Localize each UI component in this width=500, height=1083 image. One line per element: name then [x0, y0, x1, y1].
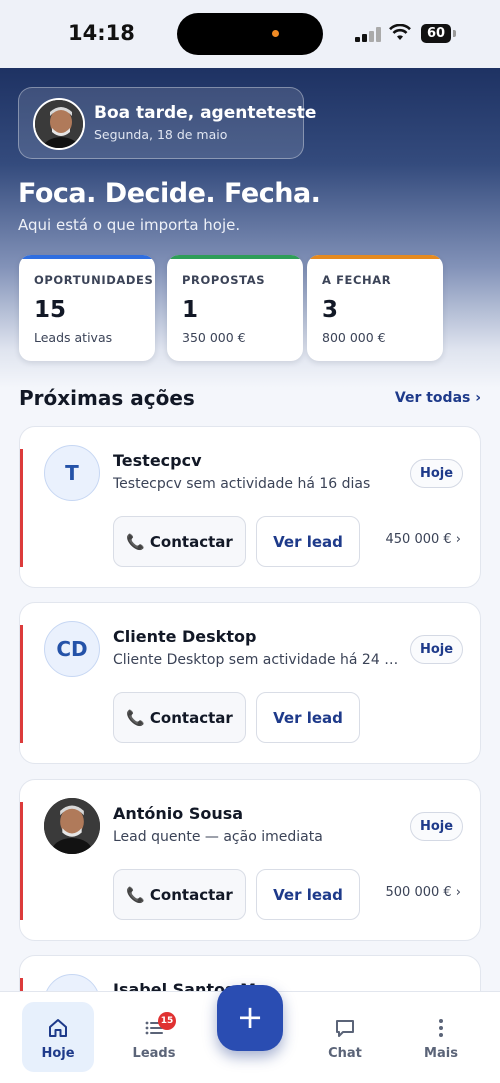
- stat-sub: 800 000 €: [322, 330, 386, 345]
- tab-label: Mais: [424, 1046, 458, 1061]
- lead-photo-avatar: [44, 798, 100, 854]
- page-headline: Foca. Decide. Fecha.: [18, 178, 321, 209]
- lead-amount[interactable]: 450 000 € ›: [386, 532, 462, 547]
- see-all-link[interactable]: Ver todas ›: [395, 390, 481, 406]
- lead-description: Lead quente — ação imediata: [113, 829, 323, 845]
- lead-description: Testecpcv sem actividade há 16 dias: [113, 476, 371, 492]
- leads-count-badge: 15: [158, 1012, 176, 1030]
- stat-accent-bar: [19, 255, 155, 259]
- stat-label: OPORTUNIDADES: [34, 273, 154, 287]
- lead-description: Cliente Desktop sem actividade há 24 dia…: [113, 652, 403, 668]
- tab-label: Chat: [328, 1046, 362, 1061]
- lead-initials-avatar: CD: [44, 621, 100, 677]
- action-card[interactable]: T Testecpcv Testecpcv sem actividade há …: [19, 426, 481, 588]
- contact-button[interactable]: 📞 Contactar: [113, 516, 246, 567]
- contact-label: Contactar: [149, 532, 233, 551]
- home-icon: [49, 1019, 67, 1037]
- action-card[interactable]: António Sousa Lead quente — ação imediat…: [19, 779, 481, 941]
- stat-accent-bar: [307, 255, 443, 259]
- status-time: 14:18: [68, 21, 135, 45]
- due-badge: Hoje: [410, 635, 463, 664]
- section-title: Próximas ações: [19, 386, 195, 410]
- view-lead-button[interactable]: Ver lead: [256, 869, 360, 920]
- stat-label: PROPOSTAS: [182, 273, 266, 287]
- battery-cap: [453, 30, 456, 37]
- phone-icon: 📞: [126, 532, 145, 551]
- contact-button[interactable]: 📞 Contactar: [113, 692, 246, 743]
- tab-chat[interactable]: Chat: [309, 1002, 381, 1072]
- stat-sub: Leads ativas: [34, 330, 113, 345]
- more-vertical-icon: [439, 1019, 443, 1037]
- urgency-indicator: [20, 625, 23, 743]
- contact-label: Contactar: [149, 885, 233, 904]
- tab-label: Leads: [132, 1046, 176, 1061]
- urgency-indicator: [20, 449, 23, 567]
- stat-card-proposals[interactable]: PROPOSTAS 1 350 000 €: [167, 255, 303, 361]
- status-bar: 14:18 60: [0, 0, 500, 68]
- stat-sub: 350 000 €: [182, 330, 246, 345]
- due-badge: Hoje: [410, 459, 463, 488]
- lead-amount[interactable]: 500 000 € ›: [386, 885, 462, 900]
- greeting-date: Segunda, 18 de maio: [94, 127, 228, 142]
- greeting-title: Boa tarde, agenteteste: [94, 103, 317, 123]
- stat-value: 3: [322, 297, 339, 323]
- tab-label: Hoje: [41, 1046, 75, 1061]
- stat-card-closing[interactable]: A FECHAR 3 800 000 €: [307, 255, 443, 361]
- page-subline: Aqui está o que importa hoje.: [18, 216, 241, 234]
- user-avatar: [33, 98, 85, 150]
- stat-accent-bar: [167, 255, 303, 259]
- stat-value: 15: [34, 297, 67, 323]
- chat-icon: [336, 1020, 354, 1037]
- phone-icon: 📞: [126, 708, 145, 727]
- dynamic-island: [177, 13, 323, 55]
- action-card[interactable]: CD Cliente Desktop Cliente Desktop sem a…: [19, 602, 481, 764]
- contact-label: Contactar: [149, 708, 233, 727]
- tab-more[interactable]: Mais: [405, 1002, 477, 1072]
- cellular-signal-icon: [355, 27, 382, 42]
- add-button[interactable]: +: [217, 985, 283, 1051]
- wifi-icon: [389, 24, 411, 40]
- phone-icon: 📞: [126, 885, 145, 904]
- due-badge: Hoje: [410, 812, 463, 841]
- battery-icon: 60: [421, 24, 451, 43]
- lead-name: António Sousa: [113, 804, 244, 823]
- stat-label: A FECHAR: [322, 273, 392, 287]
- greeting-card[interactable]: [18, 87, 304, 159]
- view-lead-button[interactable]: Ver lead: [256, 516, 360, 567]
- stat-value: 1: [182, 297, 199, 323]
- tab-home[interactable]: Hoje: [22, 1002, 94, 1072]
- contact-button[interactable]: 📞 Contactar: [113, 869, 246, 920]
- lead-name: Testecpcv: [113, 451, 202, 470]
- privacy-dot: [272, 30, 279, 37]
- lead-initials-avatar: T: [44, 445, 100, 501]
- view-lead-button[interactable]: Ver lead: [256, 692, 360, 743]
- stat-card-opportunities[interactable]: OPORTUNIDADES 15 Leads ativas: [19, 255, 155, 361]
- urgency-indicator: [20, 802, 23, 920]
- tab-leads[interactable]: 15 Leads: [118, 1002, 190, 1072]
- lead-name: Cliente Desktop: [113, 627, 257, 646]
